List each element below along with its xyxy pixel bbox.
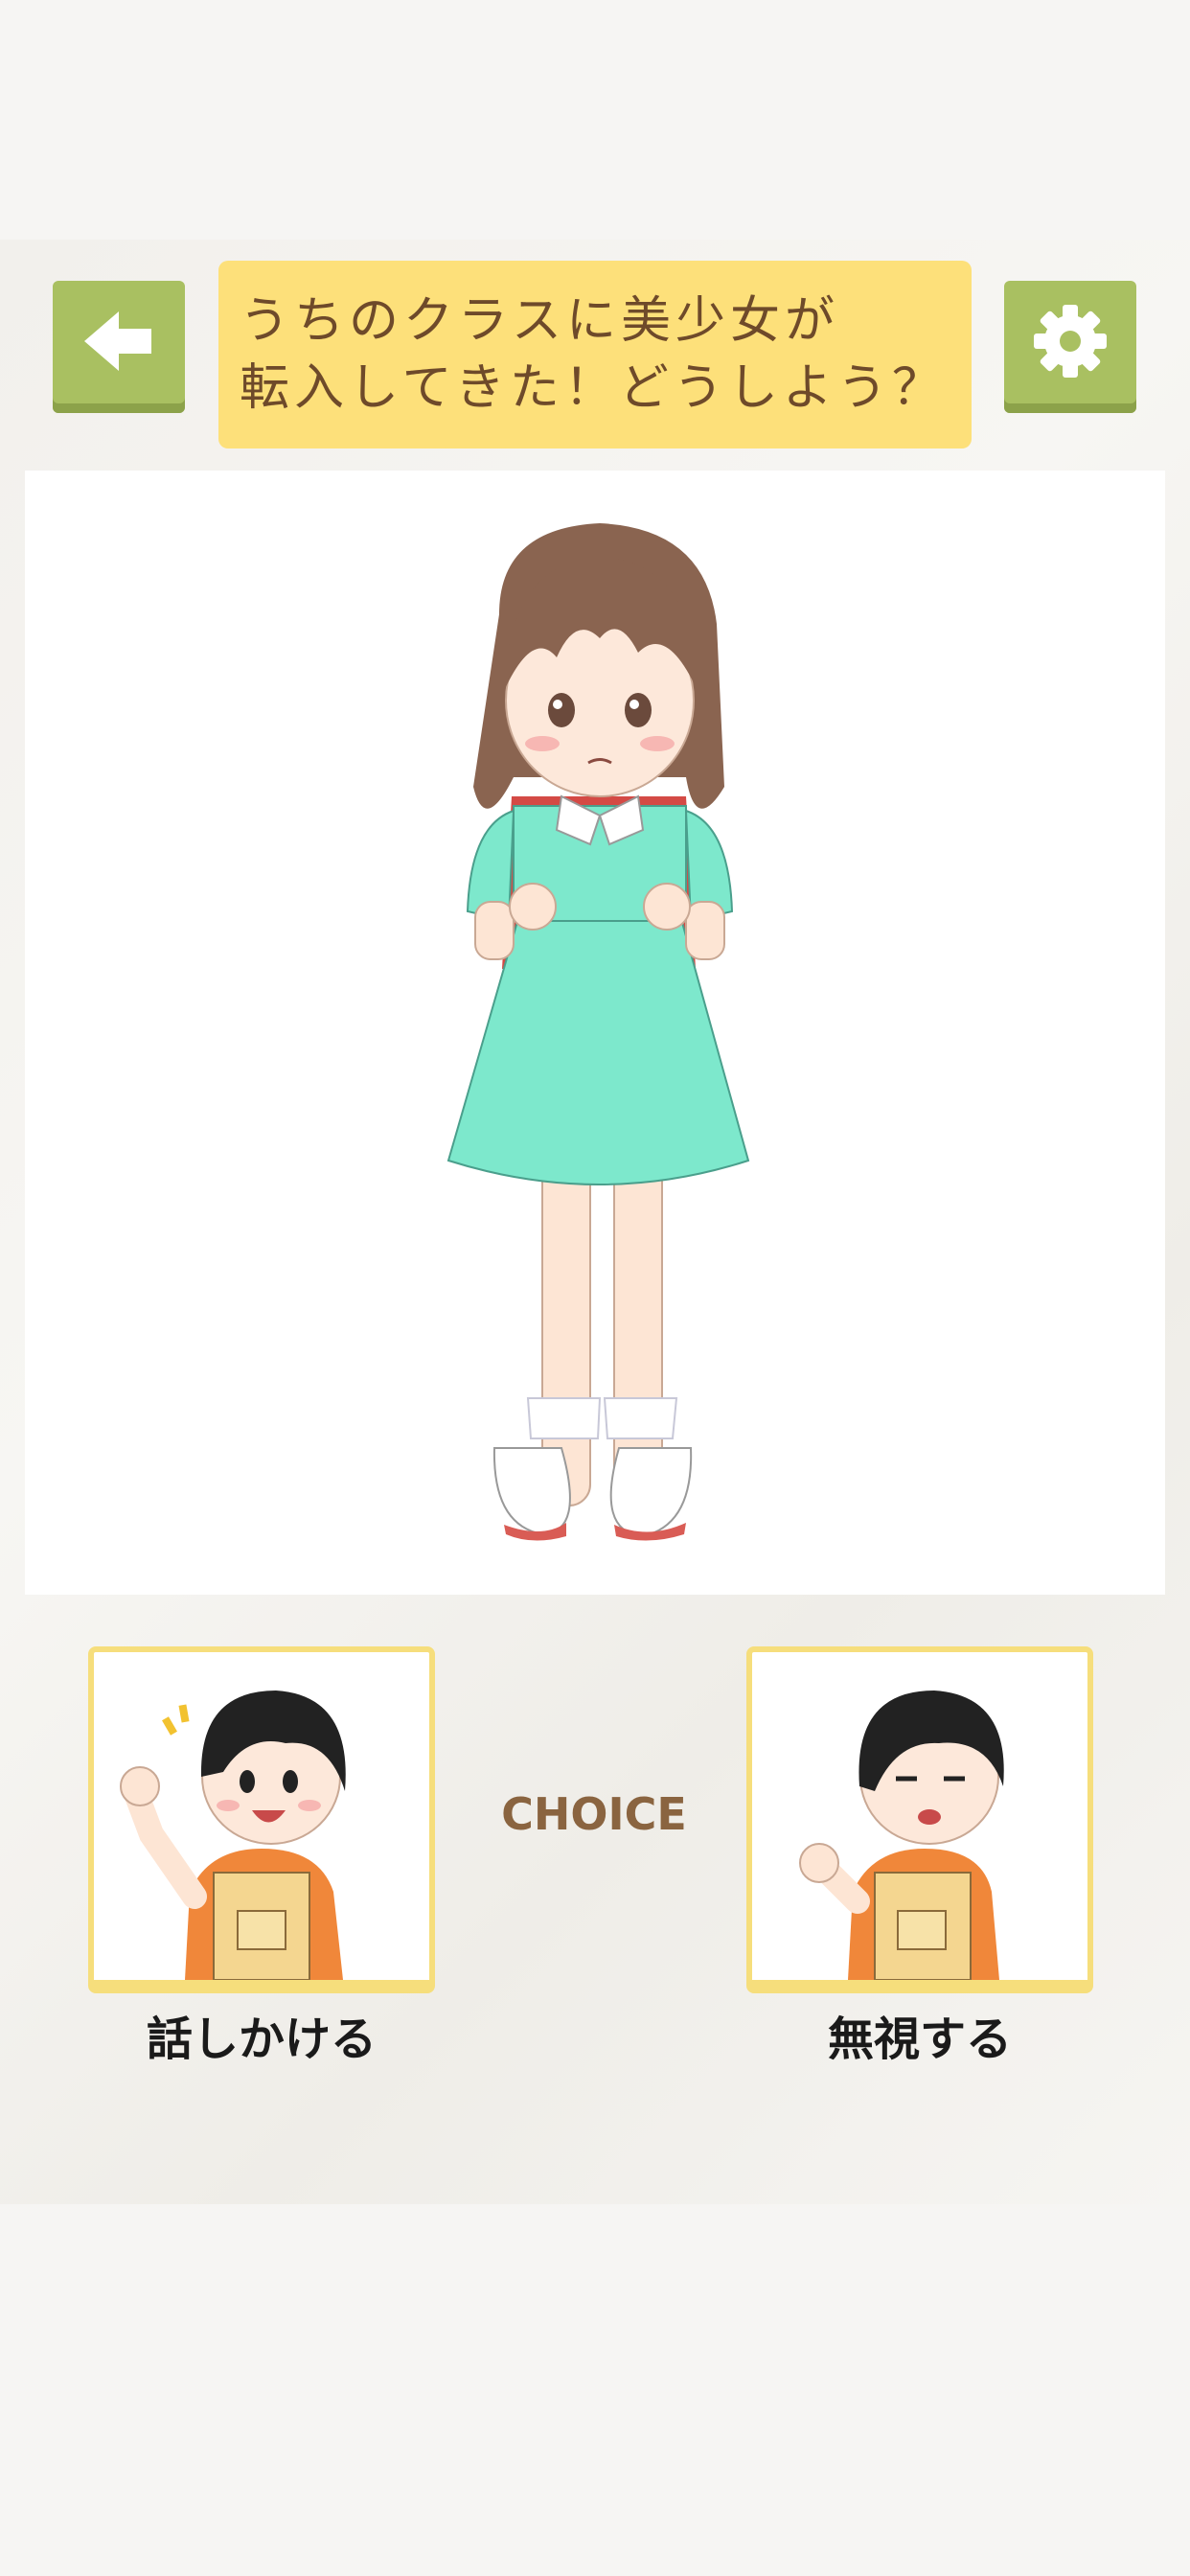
choice-heading: CHOICE: [501, 1788, 687, 1840]
girl-character-illustration: [446, 523, 750, 1541]
choice-talk-label: 話しかける: [146, 2012, 377, 2066]
back-arrow-icon: [82, 311, 155, 379]
choice-ignore-card[interactable]: [746, 1646, 1093, 1993]
boy-ignoring-illustration: [799, 1690, 1004, 1980]
scene-panel: [25, 471, 1165, 1595]
question-line-2: 転入してきた！どうしよう？: [240, 359, 947, 417]
gear-icon: [1030, 305, 1110, 385]
boy-waving-illustration: [120, 1690, 346, 1980]
question-line-1: うちのクラスに美少女が: [240, 292, 839, 350]
back-button[interactable]: [53, 281, 185, 413]
choice-talk-card[interactable]: [88, 1646, 435, 1993]
settings-button[interactable]: [1004, 281, 1136, 413]
choice-ignore-label: 無視する: [827, 2012, 1012, 2066]
question-title-box: うちのクラスに美少女が 転入してきた！どうしよう？: [218, 261, 972, 448]
